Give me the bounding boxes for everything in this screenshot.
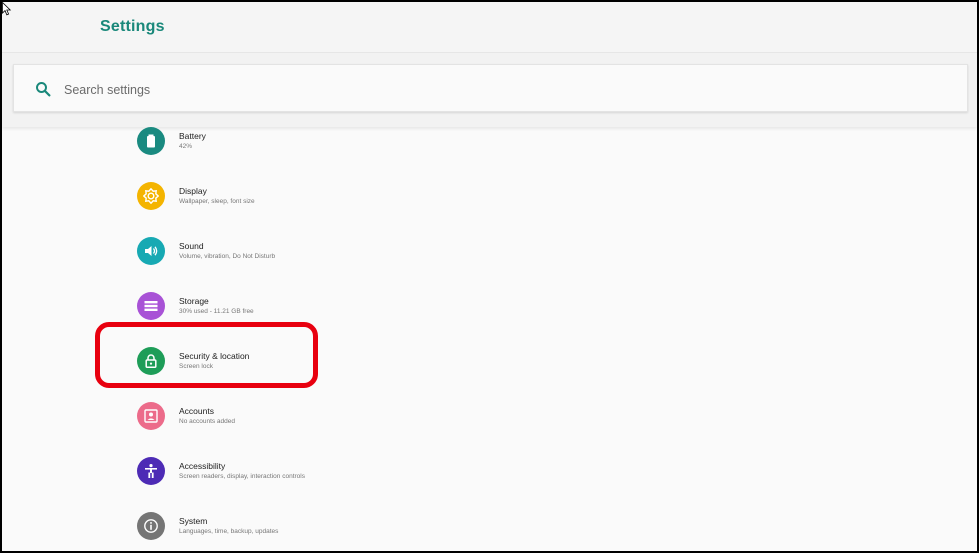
storage-icon — [137, 292, 165, 320]
app-bar: Settings — [2, 2, 977, 53]
settings-item-summary: Volume, vibration, Do Not Disturb — [179, 253, 276, 260]
battery-icon — [137, 127, 165, 155]
brightness-icon — [137, 182, 165, 210]
accessibility-icon — [137, 457, 165, 485]
settings-item-label: Storage — [179, 296, 209, 306]
info-icon — [137, 512, 165, 540]
settings-item-label: Display — [179, 186, 207, 196]
search-icon — [36, 82, 51, 97]
account-box-icon — [137, 402, 165, 430]
settings-item-label: Battery — [179, 131, 206, 141]
mouse-cursor-icon — [2, 2, 12, 16]
search-box[interactable] — [13, 64, 968, 112]
settings-item-system[interactable]: System Languages, time, backup, updates — [122, 512, 452, 551]
settings-item-summary: Wallpaper, sleep, font size — [179, 198, 255, 205]
settings-item-accounts[interactable]: Accounts No accounts added — [122, 402, 452, 457]
settings-item-summary: Screen readers, display, interaction con… — [179, 473, 305, 480]
settings-item-label: Sound — [179, 241, 204, 251]
highlight-box — [95, 322, 318, 388]
settings-item-summary: No accounts added — [179, 418, 236, 425]
page-title: Settings — [100, 18, 165, 35]
settings-item-summary: 42% — [179, 143, 193, 150]
settings-item-display[interactable]: Display Wallpaper, sleep, font size — [122, 182, 452, 237]
settings-item-battery[interactable]: Battery 42% — [122, 127, 452, 182]
settings-window: Settings Battery 42% Disp — [2, 2, 977, 551]
search-bar-container — [2, 53, 977, 127]
settings-item-sound[interactable]: Sound Volume, vibration, Do Not Disturb — [122, 237, 452, 292]
search-input[interactable] — [62, 77, 566, 103]
settings-item-label: Accounts — [179, 406, 214, 416]
settings-item-summary: Languages, time, backup, updates — [179, 528, 279, 535]
settings-item-label: Accessibility — [179, 461, 226, 471]
settings-item-accessibility[interactable]: Accessibility Screen readers, display, i… — [122, 457, 452, 512]
settings-item-summary: 30% used - 11.21 GB free — [179, 308, 254, 315]
volume-icon — [137, 237, 165, 265]
settings-item-label: System — [179, 516, 208, 526]
